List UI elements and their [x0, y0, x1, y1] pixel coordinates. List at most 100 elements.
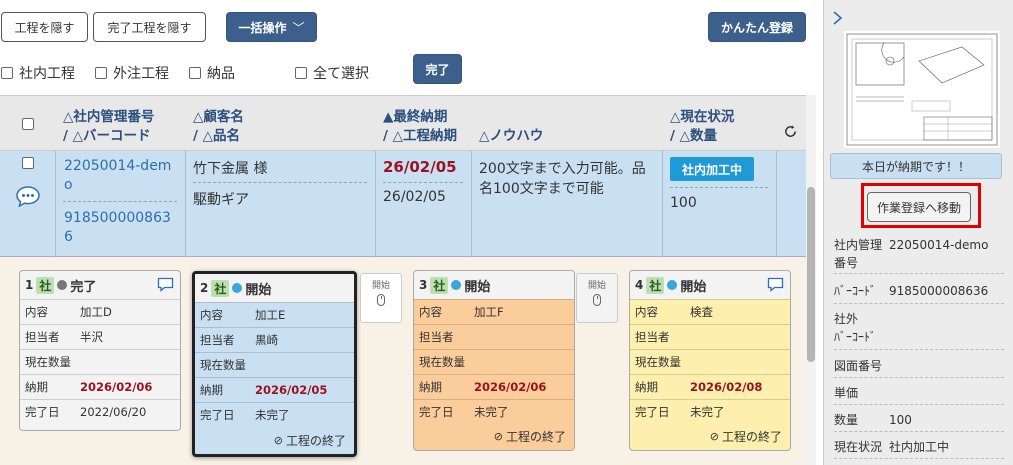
done-label: 完了日 — [419, 405, 454, 419]
checkbox[interactable] — [295, 67, 307, 79]
check-circle-icon: ⊘ — [493, 430, 503, 443]
sort-final-due[interactable]: ▲最終納期 — [383, 105, 447, 125]
card-state: 完了 — [70, 279, 97, 295]
due-label: 納期 — [419, 380, 442, 394]
content-label: 内容 — [419, 305, 442, 319]
card-state: 開始 — [464, 279, 491, 295]
status-dot-icon — [667, 280, 678, 290]
card-state: 開始 — [245, 282, 272, 298]
refresh-icon[interactable] — [783, 124, 798, 139]
qty-label: 現在数量 — [419, 355, 465, 369]
ext-label-cont: ﾊﾞｰｺｰﾄﾞ — [834, 330, 877, 344]
mgmt-label-cont: 番号 — [834, 256, 859, 270]
sort-knowhow[interactable]: △ノウハウ — [479, 124, 543, 144]
header-checkbox[interactable] — [22, 118, 34, 130]
comment-icon[interactable] — [157, 277, 174, 292]
status-dot-icon — [57, 280, 68, 290]
done-button[interactable]: 完了 — [413, 54, 462, 84]
due-value: 2026/02/05 — [255, 383, 328, 397]
scrollbar-track[interactable] — [806, 95, 816, 465]
qty-label: 現在数量 — [25, 355, 71, 369]
internal-badge: 社 — [646, 276, 665, 294]
detail-drawing-no: 図面番号 — [834, 357, 1004, 378]
sort-product[interactable]: / △品名 — [193, 124, 240, 144]
mgmt-no-link[interactable]: 22050014-dem — [64, 158, 171, 174]
start-button[interactable]: 開始 — [576, 273, 618, 323]
check-circle-icon: ⊘ — [273, 434, 283, 447]
ext-label: 社外 — [834, 312, 859, 326]
barcode-link[interactable]: 918500000863 — [64, 210, 171, 226]
select-all-label: 全て選択 — [313, 66, 369, 82]
end-process-button[interactable]: ⊘ 工程の終了 — [274, 432, 346, 449]
final-due-date: 26/02/05 — [383, 158, 457, 176]
status-dot-icon — [451, 280, 462, 290]
checkbox[interactable] — [1, 67, 13, 79]
card-number: 1 — [25, 278, 34, 292]
process-card-1[interactable]: 1 社 完了 内容 加工D 担当者 半沢 現在数量 納期 2026/02/06 完了日… — [19, 270, 181, 431]
end-process-label: 工程の終了 — [285, 434, 346, 448]
card-number: 2 — [200, 281, 209, 295]
start-button[interactable]: 開始 — [360, 273, 402, 323]
goto-work-register-button[interactable]: 作業登録へ移動 — [867, 192, 971, 222]
bulk-action-dropdown[interactable]: 一括操作 ﹀ — [226, 12, 317, 42]
barcode-value: 9185000008636 — [889, 284, 989, 298]
sort-customer[interactable]: △顧客名 — [193, 105, 244, 125]
filter-delivery[interactable]: 納品 — [189, 64, 235, 82]
sort-barcode[interactable]: / △バーコード — [63, 124, 151, 144]
card-number: 3 — [419, 278, 428, 292]
due-value: 2026/02/06 — [80, 380, 153, 394]
detail-mgmt-no: 社内管理 22050014-demo 番号 — [834, 236, 1004, 274]
detail-status: 現在状況 社内加工中 — [834, 438, 1004, 459]
filter-external[interactable]: 外注工程 — [95, 64, 169, 82]
due-label: 納期 — [635, 380, 658, 394]
content-value: 加工E — [255, 308, 286, 322]
chevron-right-icon[interactable] — [832, 10, 844, 26]
checkbox[interactable] — [189, 67, 201, 79]
product-name: 駆動ギア — [193, 192, 249, 208]
detail-sidebar: 本日が納期です！！ 作業登録へ移動 社内管理 22050014-demo 番号 ﾊ… — [823, 0, 1013, 465]
filter-external-label: 外注工程 — [113, 66, 169, 82]
sort-qty[interactable]: / △数量 — [670, 124, 717, 144]
filter-internal[interactable]: 社内工程 — [1, 64, 75, 82]
end-process-button[interactable]: ⊘ 工程の終了 — [494, 428, 566, 445]
scrollbar-thumb[interactable] — [807, 187, 815, 362]
process-card-4[interactable]: 4 社 開始 内容 検査 担当者 現在数量 納期 2026/02/08 完了日 未完了… — [629, 270, 791, 451]
qty-label: 現在数量 — [200, 358, 246, 372]
check-circle-icon: ⊘ — [709, 430, 719, 443]
done-value: 未完了 — [474, 405, 509, 419]
start-label: 開始 — [587, 281, 606, 291]
row-checkbox[interactable] — [22, 157, 34, 169]
select-all[interactable]: 全て選択 — [295, 64, 369, 82]
drawing-thumbnail[interactable] — [844, 31, 1000, 148]
card-header: 4 社 開始 — [630, 271, 790, 299]
detail-unit-price: 単価 — [834, 384, 1004, 405]
barcode-link-cont[interactable]: 6 — [64, 229, 73, 245]
mgmt-label: 社内管理 — [834, 238, 883, 252]
done-value: 未完了 — [690, 405, 725, 419]
end-process-button[interactable]: ⊘ 工程の終了 — [710, 428, 782, 445]
card-state: 開始 — [680, 279, 707, 295]
easy-register-button[interactable]: かんたん登録 — [708, 12, 806, 42]
qty-label: 現在数量 — [635, 355, 681, 369]
detail-barcode: ﾊﾞｰｺｰﾄﾞ 9185000008636 — [834, 282, 1004, 304]
comment-icon[interactable] — [767, 277, 784, 292]
bulk-action-label: 一括操作 — [238, 20, 287, 35]
card-header: 3 社 開始 — [414, 271, 574, 299]
due-value: 2026/02/06 — [474, 380, 547, 394]
content-value: 加工D — [80, 305, 112, 319]
process-card-3[interactable]: 3 社 開始 内容 加工F 担当者 現在数量 納期 2026/02/06 完了日 未完… — [413, 270, 575, 451]
sort-status[interactable]: △現在状況 — [670, 105, 734, 125]
price-label: 単価 — [834, 386, 859, 400]
comment-icon[interactable] — [15, 185, 41, 209]
status-dot-icon — [232, 283, 243, 293]
process-card-2[interactable]: 2 社 開始 内容 加工E 担当者 黒崎 現在数量 納期 2026/02/05 完了日… — [192, 271, 357, 457]
hide-process-button[interactable]: 工程を隠す — [1, 12, 88, 42]
chevron-down-icon: ﹀ — [292, 20, 305, 35]
person-value: 黒崎 — [255, 333, 278, 347]
card-number: 4 — [635, 278, 644, 292]
sort-process-due[interactable]: / △工程納期 — [383, 124, 457, 144]
sort-mgmt-no[interactable]: △社内管理番号 — [63, 105, 154, 125]
mgmt-no-link-cont[interactable]: o — [64, 177, 73, 193]
hide-done-process-button[interactable]: 完了工程を隠す — [93, 12, 206, 42]
checkbox[interactable] — [95, 67, 107, 79]
